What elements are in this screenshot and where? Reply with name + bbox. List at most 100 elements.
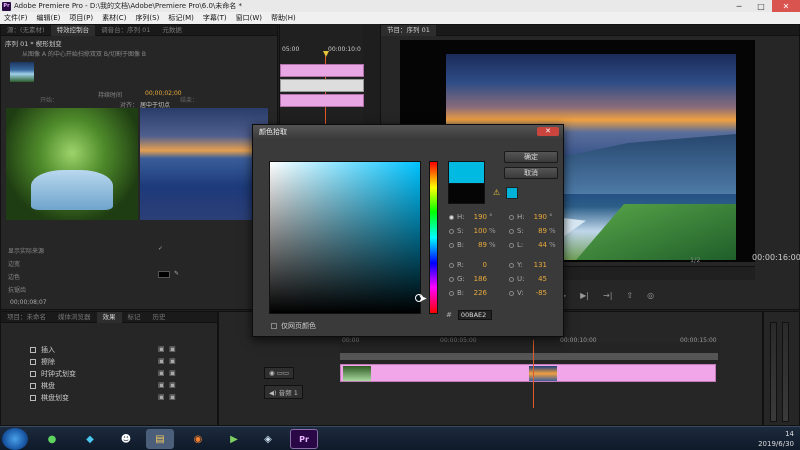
radio-hsl-s[interactable]	[509, 228, 514, 234]
step-forward-icon[interactable]: ▶|	[580, 291, 589, 300]
menu-edit[interactable]: 编辑(E)	[37, 13, 61, 23]
radio-h[interactable]	[449, 214, 454, 220]
menu-project[interactable]: 项目(P)	[69, 13, 93, 23]
accelerated-effect-icon: ▣ ▣	[158, 357, 176, 365]
hsb-s-row[interactable]: S: 100%	[449, 227, 496, 235]
clip-b-preview	[140, 108, 268, 220]
mini-transition[interactable]	[280, 79, 364, 92]
rgb-r-row[interactable]: R: 0	[449, 261, 487, 269]
radio-hsl-h[interactable]	[509, 214, 514, 220]
radio-b[interactable]	[449, 242, 454, 248]
video-track-header[interactable]: ◉ ▭▭	[264, 367, 295, 379]
maximize-icon[interactable]: □	[750, 0, 772, 12]
lift-icon[interactable]: ⇧	[626, 291, 633, 300]
title-bar: Pr Adobe Premiere Pro - D:\我的文档\Adobe\Pr…	[0, 0, 800, 12]
ok-button[interactable]: 确定	[504, 151, 558, 163]
taskbar-app-icon[interactable]: ●	[38, 429, 66, 449]
transition-icon	[30, 395, 36, 401]
web-colors-only-option[interactable]: 仅网页颜色	[271, 321, 316, 331]
radio-g[interactable]	[449, 276, 454, 282]
list-item[interactable]: 棋盘	[30, 381, 55, 391]
mini-timecode-start: 05:00	[282, 46, 300, 53]
list-item[interactable]: 插入	[30, 345, 55, 355]
radio-rgb-b[interactable]	[449, 290, 454, 296]
tab-metadata[interactable]: 元数据	[156, 25, 188, 36]
eyedropper-icon[interactable]: ✎	[174, 270, 179, 277]
mini-clip-a[interactable]	[280, 64, 364, 77]
original-color-swatch[interactable]	[448, 183, 485, 204]
web-colors-only-checkbox[interactable]	[271, 323, 277, 329]
hsb-b-row[interactable]: B: 89%	[449, 241, 496, 249]
radio-u[interactable]	[509, 276, 514, 282]
transition-icon	[30, 347, 36, 353]
border-color-swatch[interactable]	[158, 271, 170, 278]
audio-track-header[interactable]: ◀) 音频 1	[264, 385, 303, 399]
menu-window[interactable]: 窗口(W)	[236, 13, 262, 23]
mini-clip-b[interactable]	[280, 94, 364, 107]
hex-input[interactable]: 00BAE2	[457, 310, 492, 320]
mini-playhead-icon[interactable]	[323, 51, 329, 57]
rgb-g-row[interactable]: G: 186	[449, 275, 487, 283]
taskbar-app-icon[interactable]: ◆	[76, 429, 104, 449]
yuv-v-row[interactable]: V: -85	[509, 289, 547, 297]
start-button[interactable]	[2, 428, 28, 450]
close-icon[interactable]: ✕	[537, 127, 559, 136]
menu-sequence[interactable]: 序列(S)	[135, 13, 159, 23]
video-app-icon[interactable]: ▶	[220, 429, 248, 449]
system-clock[interactable]: 14 2019/6/30	[758, 429, 794, 449]
list-item[interactable]: 擦除	[30, 357, 55, 367]
tab-media-browser[interactable]: 媒体浏览器	[52, 312, 97, 323]
firefox-icon[interactable]: ◉	[184, 429, 212, 449]
cancel-button[interactable]: 取消	[504, 167, 558, 179]
transition-preview-thumbnail[interactable]	[10, 62, 34, 82]
list-item[interactable]: 时钟式划变	[30, 369, 76, 379]
radio-v[interactable]	[509, 290, 514, 296]
tab-program[interactable]: 节目：序列 01	[381, 24, 436, 36]
premiere-taskbar-icon[interactable]: Pr	[290, 429, 318, 449]
menu-title[interactable]: 字幕(T)	[203, 13, 227, 23]
yuv-u-row[interactable]: U: 45	[509, 275, 547, 283]
hsl-l-row[interactable]: L: 44%	[509, 241, 556, 249]
radio-hsl-l[interactable]	[509, 242, 514, 248]
tab-effect-controls[interactable]: 特效控制台	[50, 24, 96, 36]
saturation-brightness-field[interactable]	[269, 161, 423, 314]
radio-y[interactable]	[509, 262, 514, 268]
radio-s[interactable]	[449, 228, 454, 234]
resolution-select[interactable]: 1/2	[690, 256, 700, 264]
hue-slider[interactable]	[429, 161, 438, 314]
file-explorer-icon[interactable]: ▤	[146, 429, 174, 449]
menu-marker[interactable]: 标记(M)	[168, 13, 194, 23]
taskbar-app-icon[interactable]: ◈	[254, 429, 282, 449]
work-area-bar[interactable]	[340, 353, 718, 360]
hsl-h-row[interactable]: H: 190 °	[509, 213, 553, 221]
accelerated-effect-icon: ▣ ▣	[158, 345, 176, 353]
warning-icon[interactable]: ⚠	[493, 188, 500, 197]
minimize-icon[interactable]: ─	[728, 0, 750, 12]
timeline-playhead[interactable]	[533, 340, 534, 408]
tab-markers[interactable]: 标记	[122, 312, 147, 323]
qq-icon[interactable]: ☻	[112, 429, 140, 449]
tab-source[interactable]: 源：(无素材)	[1, 25, 51, 36]
duration-value[interactable]: 00;00;02;00	[145, 90, 182, 97]
menu-clip[interactable]: 素材(C)	[102, 13, 126, 23]
menu-help[interactable]: 帮助(H)	[271, 13, 296, 23]
export-frame-icon[interactable]: ◎	[647, 291, 654, 300]
tab-project[interactable]: 项目：未命名	[1, 312, 52, 323]
go-to-out-icon[interactable]: →|	[603, 291, 612, 300]
tab-audio-mixer[interactable]: 调音台：序列 01	[95, 25, 156, 36]
yuv-y-row[interactable]: Y: 131	[509, 261, 547, 269]
rgb-b-row[interactable]: B: 226	[449, 289, 487, 297]
close-icon[interactable]: ✕	[772, 0, 800, 12]
effect-controls-timecode[interactable]: 00;00;08;07	[10, 299, 47, 306]
show-actual-sources-checkbox[interactable]: ✓	[158, 245, 163, 252]
video-track-clip[interactable]	[340, 364, 716, 382]
antialias-label: 抗锯齿	[8, 287, 27, 294]
hsl-s-row[interactable]: S: 89%	[509, 227, 556, 235]
gamut-correction-swatch[interactable]	[506, 187, 518, 199]
menu-file[interactable]: 文件(F)	[4, 13, 28, 23]
tab-effects[interactable]: 效果	[96, 311, 122, 323]
tab-history[interactable]: 历史	[147, 312, 172, 323]
hsb-h-row[interactable]: H: 190 °	[449, 213, 493, 221]
list-item[interactable]: 棋盘划变	[30, 393, 69, 403]
radio-r[interactable]	[449, 262, 454, 268]
